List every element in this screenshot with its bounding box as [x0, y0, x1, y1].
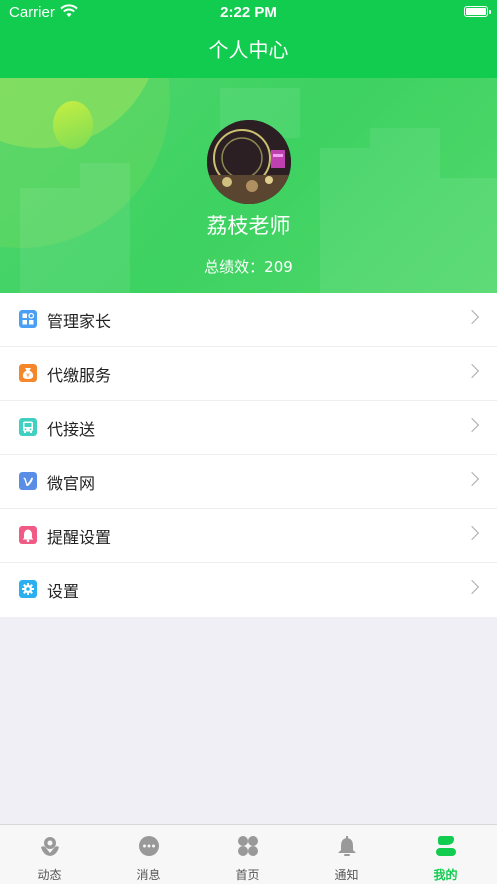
tab-label: 消息 — [136, 868, 161, 882]
nav-bar: 个人中心 — [0, 26, 497, 78]
balloon-decor — [53, 101, 93, 149]
profile-name: 荔枝老师 — [206, 214, 291, 238]
menu-item-label: 管理家长 — [47, 312, 112, 331]
menu-item-label: 微官网 — [47, 474, 96, 493]
svg-text:¥: ¥ — [26, 373, 30, 380]
avatar[interactable] — [207, 120, 291, 204]
menu-item-payment-service[interactable]: ¥ 代缴服务 — [0, 347, 497, 401]
tab-notifications[interactable]: 通知 — [297, 825, 396, 884]
tab-dynamic[interactable]: 动态 — [0, 825, 99, 884]
status-time: 2:22 PM — [220, 4, 277, 21]
chevron-right-icon — [464, 417, 480, 433]
tab-bar: 动态 消息 首页 通知 我的 — [0, 824, 497, 884]
grid-icon — [19, 310, 37, 328]
v-logo-icon — [19, 472, 37, 490]
performance-score: 总绩效：209 — [204, 258, 293, 276]
bus-icon — [19, 418, 37, 436]
menu-item-reminder-settings[interactable]: 提醒设置 — [0, 509, 497, 563]
home-clover-icon — [238, 836, 258, 856]
bell-icon — [19, 526, 37, 544]
tab-label: 首页 — [235, 868, 260, 882]
tab-label: 动态 — [37, 868, 62, 882]
chevron-right-icon — [464, 363, 480, 379]
money-bag-icon: ¥ — [19, 364, 37, 382]
battery-icon — [464, 6, 491, 17]
menu-list: 管理家长 ¥ 代缴服务 代接送 微官网 提醒设置 设置 — [0, 293, 497, 617]
chevron-right-icon — [464, 579, 480, 595]
menu-item-micro-site[interactable]: 微官网 — [0, 455, 497, 509]
chevron-right-icon — [464, 309, 480, 325]
page-title: 个人中心 — [208, 38, 289, 62]
status-bar: Carrier 2:22 PM — [0, 0, 497, 26]
tab-messages[interactable]: 消息 — [99, 825, 198, 884]
menu-item-pickup[interactable]: 代接送 — [0, 401, 497, 455]
menu-item-settings[interactable]: 设置 — [0, 563, 497, 617]
tab-label: 我的 — [433, 868, 458, 882]
tab-label: 通知 — [334, 868, 359, 882]
menu-item-label: 代缴服务 — [47, 366, 112, 385]
menu-item-label: 提醒设置 — [47, 528, 112, 547]
menu-item-label: 设置 — [47, 582, 80, 601]
chevron-right-icon — [464, 471, 480, 487]
tab-home[interactable]: 首页 — [198, 825, 297, 884]
gear-icon — [19, 580, 37, 598]
avatar-photo — [207, 120, 291, 204]
trends-icon — [41, 837, 59, 856]
menu-item-label: 代接送 — [47, 420, 96, 439]
building-decor — [20, 188, 80, 293]
tab-mine[interactable]: 我的 — [396, 825, 495, 884]
person-icon — [436, 836, 456, 856]
bell-icon — [338, 836, 356, 856]
chat-bubble-icon — [139, 836, 159, 856]
menu-item-manage-parents[interactable]: 管理家长 — [0, 293, 497, 347]
chevron-right-icon — [464, 525, 480, 541]
